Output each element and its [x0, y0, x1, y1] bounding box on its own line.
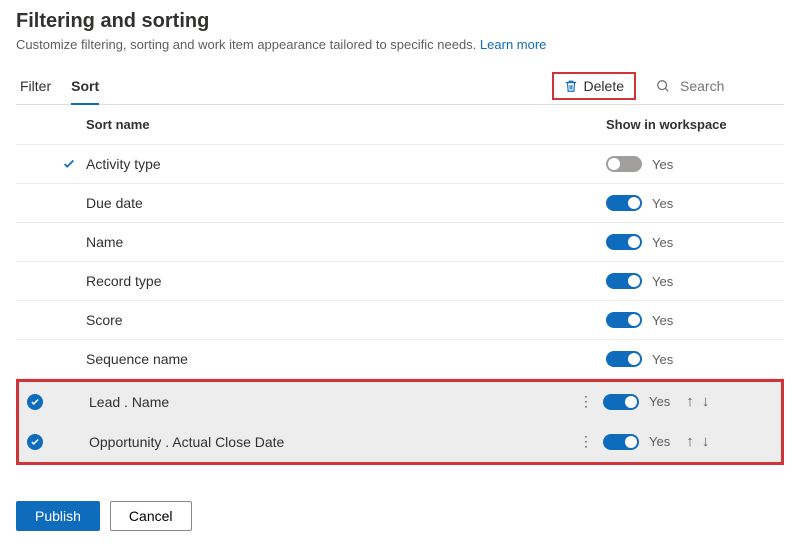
toggle-label: Yes: [652, 313, 673, 328]
column-show-in-workspace[interactable]: Show in workspace: [606, 117, 776, 132]
row-selected-checkbox[interactable]: [27, 434, 43, 450]
toggle-show-in-workspace[interactable]: [606, 195, 642, 211]
move-up-icon[interactable]: ↑: [686, 433, 694, 450]
row-name: Sequence name: [86, 351, 606, 367]
toggle-show-in-workspace[interactable]: [606, 234, 642, 250]
delete-button[interactable]: Delete: [552, 72, 636, 100]
learn-more-link[interactable]: Learn more: [480, 37, 546, 52]
search-input[interactable]: [678, 77, 778, 95]
toggle-label: Yes: [652, 157, 673, 172]
check-icon: [62, 157, 76, 171]
tab-filter[interactable]: Filter: [20, 70, 51, 104]
row-name: Name: [86, 234, 606, 250]
selected-rows-highlight: Lead . Name ⋮ Yes ↑ ↓ Opportunity . Actu…: [16, 379, 784, 465]
table-row[interactable]: Record type Yes: [16, 262, 784, 301]
toggle-show-in-workspace[interactable]: [606, 312, 642, 328]
row-name: Lead . Name: [89, 394, 569, 410]
row-name: Record type: [86, 273, 606, 289]
table-row[interactable]: Name Yes: [16, 223, 784, 262]
toggle-show-in-workspace[interactable]: [603, 434, 639, 450]
delete-label: Delete: [584, 78, 624, 94]
table-header: Sort name Show in workspace: [16, 105, 784, 145]
trash-icon: [564, 79, 578, 93]
toggle-label: Yes: [652, 196, 673, 211]
table-row[interactable]: Score Yes: [16, 301, 784, 340]
publish-button[interactable]: Publish: [16, 501, 100, 531]
row-name: Opportunity . Actual Close Date: [89, 434, 569, 450]
toggle-label: Yes: [649, 394, 670, 409]
row-name: Activity type: [86, 156, 606, 172]
table-row[interactable]: Opportunity . Actual Close Date ⋮ Yes ↑ …: [19, 422, 781, 462]
toggle-label: Yes: [652, 235, 673, 250]
more-actions-icon[interactable]: ⋮: [569, 393, 603, 410]
subtitle-text: Customize filtering, sorting and work it…: [16, 37, 476, 52]
toggle-show-in-workspace[interactable]: [606, 273, 642, 289]
toggle-show-in-workspace[interactable]: [606, 156, 642, 172]
table-row[interactable]: Sequence name Yes: [16, 340, 784, 379]
toggle-label: Yes: [652, 274, 673, 289]
column-sort-name[interactable]: Sort name: [86, 117, 606, 132]
table-row[interactable]: Lead . Name ⋮ Yes ↑ ↓: [19, 382, 781, 422]
page-subtitle: Customize filtering, sorting and work it…: [16, 37, 784, 52]
search-group[interactable]: [650, 73, 784, 99]
toggle-show-in-workspace[interactable]: [606, 351, 642, 367]
row-selected-checkbox[interactable]: [27, 394, 43, 410]
row-name: Due date: [86, 195, 606, 211]
row-name: Score: [86, 312, 606, 328]
move-down-icon[interactable]: ↓: [702, 393, 710, 410]
tab-toolbar-row: Filter Sort Delete: [16, 70, 784, 105]
tab-sort[interactable]: Sort: [71, 70, 99, 104]
move-down-icon[interactable]: ↓: [702, 433, 710, 450]
toggle-show-in-workspace[interactable]: [603, 394, 639, 410]
page-title: Filtering and sorting: [16, 10, 784, 33]
search-icon: [656, 79, 670, 93]
move-up-icon[interactable]: ↑: [686, 393, 694, 410]
toggle-label: Yes: [652, 352, 673, 367]
toggle-label: Yes: [649, 434, 670, 449]
more-actions-icon[interactable]: ⋮: [569, 433, 603, 450]
table-row[interactable]: Due date Yes: [16, 184, 784, 223]
table-row[interactable]: Activity type Yes: [16, 145, 784, 184]
cancel-button[interactable]: Cancel: [110, 501, 192, 531]
